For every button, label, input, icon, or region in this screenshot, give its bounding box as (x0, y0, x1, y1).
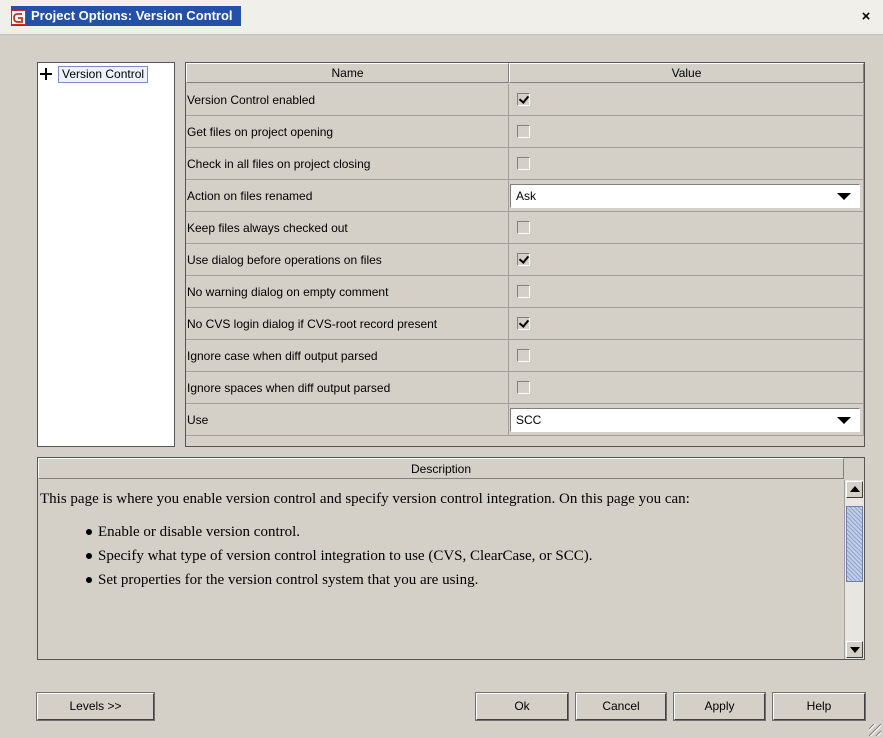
table-row[interactable]: Action on files renamed Ask (186, 180, 864, 212)
property-name: Use dialog before operations on files (186, 244, 509, 276)
property-checkbox[interactable] (517, 349, 530, 362)
property-value (509, 244, 864, 276)
property-name: Ignore case when diff output parsed (186, 340, 509, 372)
help-button[interactable]: Help (772, 692, 866, 721)
tree-item-label: Version Control (58, 65, 149, 83)
property-name: Action on files renamed (186, 180, 509, 212)
property-name: Keep files always checked out (186, 212, 509, 244)
property-name: Use (186, 404, 509, 436)
property-value (509, 276, 864, 308)
property-value: SCC (509, 404, 864, 436)
property-checkbox[interactable] (517, 221, 530, 234)
property-value: Ask (509, 180, 864, 212)
property-checkbox[interactable] (517, 93, 530, 106)
title-bar[interactable]: Project Options: Version Control × (0, 0, 883, 35)
property-name: Check in all files on project closing (186, 148, 509, 180)
property-value (509, 148, 864, 180)
apply-button[interactable]: Apply (673, 692, 766, 721)
property-value (509, 212, 864, 244)
description-bullets: Enable or disable version control. Speci… (40, 520, 844, 592)
property-value (509, 308, 864, 340)
property-combo[interactable]: Ask (510, 183, 860, 208)
scroll-up-icon[interactable] (846, 481, 863, 498)
list-item: Set properties for the version control s… (86, 568, 844, 592)
table-row[interactable]: Use SCC (186, 404, 864, 436)
property-checkbox[interactable] (517, 125, 530, 138)
list-item: Enable or disable version control. (86, 520, 844, 544)
window-title: Project Options: Version Control (11, 6, 241, 26)
table-row[interactable]: Check in all files on project closing (186, 148, 864, 180)
close-icon[interactable]: × (858, 9, 874, 25)
property-name: Ignore spaces when diff output parsed (186, 372, 509, 404)
property-checkbox[interactable] (517, 317, 530, 330)
description-text: This page is where you enable version co… (38, 480, 844, 659)
table-row[interactable]: No CVS login dialog if CVS-root record p… (186, 308, 864, 340)
description-panel: Description This page is where you enabl… (37, 457, 865, 660)
description-header: Description (38, 458, 844, 479)
table-row[interactable]: Get files on project opening (186, 116, 864, 148)
property-value (509, 116, 864, 148)
scroll-down-icon[interactable] (846, 641, 863, 658)
app-icon (11, 10, 26, 25)
combo-value: SCC (516, 412, 542, 427)
column-header-name[interactable]: Name (186, 63, 509, 83)
table-row[interactable]: Keep files always checked out (186, 212, 864, 244)
property-combo[interactable]: SCC (510, 407, 860, 432)
property-value (509, 84, 864, 116)
options-tree[interactable]: Version Control (37, 62, 175, 447)
property-value (509, 340, 864, 372)
property-name: Version Control enabled (186, 84, 509, 116)
property-name: Get files on project opening (186, 116, 509, 148)
expand-icon[interactable] (40, 68, 52, 80)
tree-item-version-control[interactable]: Version Control (40, 65, 149, 83)
property-checkbox[interactable] (517, 157, 530, 170)
table-row[interactable]: Ignore case when diff output parsed (186, 340, 864, 372)
column-header-value[interactable]: Value (509, 63, 864, 83)
property-name: No CVS login dialog if CVS-root record p… (186, 308, 509, 340)
ok-button[interactable]: Ok (475, 692, 569, 721)
scroll-thumb[interactable] (846, 506, 863, 582)
description-intro: This page is where you enable version co… (40, 491, 690, 507)
resize-grip-icon[interactable] (869, 724, 881, 736)
table-row[interactable]: Use dialog before operations on files (186, 244, 864, 276)
table-row[interactable]: Version Control enabled (186, 84, 864, 116)
property-checkbox[interactable] (517, 381, 530, 394)
table-header: Name Value (186, 63, 864, 83)
dropdown-arrow-icon[interactable] (837, 416, 851, 424)
combo-value: Ask (516, 188, 537, 203)
table-row[interactable]: Ignore spaces when diff output parsed (186, 372, 864, 404)
property-checkbox[interactable] (517, 253, 530, 266)
description-scrollbar[interactable] (844, 480, 864, 659)
table-row[interactable]: No warning dialog on empty comment (186, 276, 864, 308)
dropdown-arrow-icon[interactable] (837, 192, 851, 200)
property-value (509, 372, 864, 404)
list-item: Specify what type of version control int… (86, 544, 844, 568)
property-checkbox[interactable] (517, 285, 530, 298)
property-name: No warning dialog on empty comment (186, 276, 509, 308)
property-table: Name Value Version Control enabled Get fi… (185, 62, 865, 447)
cancel-button[interactable]: Cancel (575, 692, 667, 721)
levels-button[interactable]: Levels >> (36, 692, 155, 721)
